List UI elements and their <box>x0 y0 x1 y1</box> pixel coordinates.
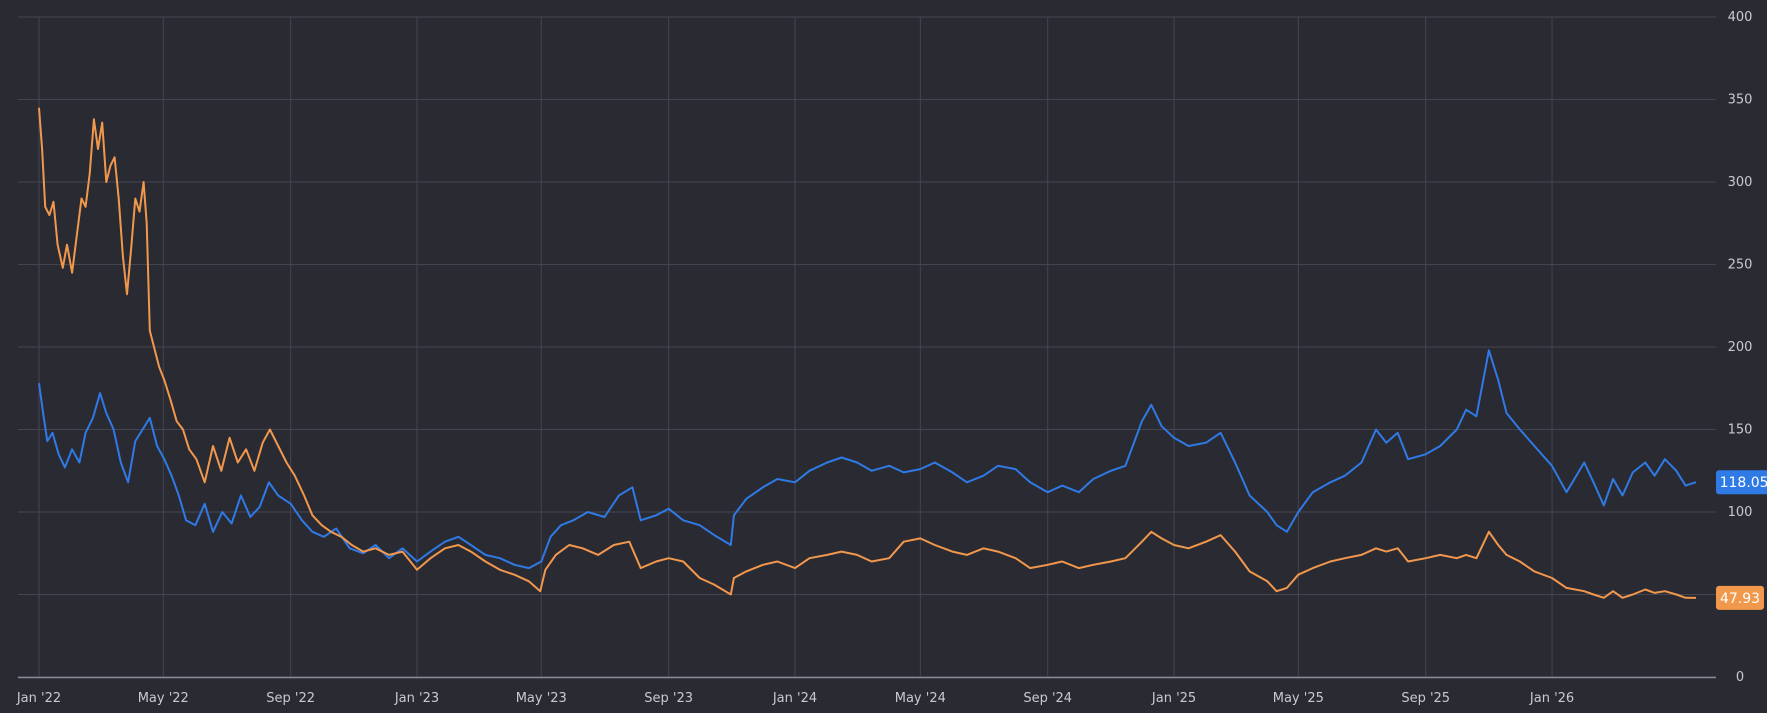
x-tick-label: Jan '23 <box>394 691 439 706</box>
x-tick-label: Sep '23 <box>644 691 693 706</box>
x-tick-label: May '24 <box>895 691 946 706</box>
x-tick-label: Sep '25 <box>1401 691 1450 706</box>
chart-container: 050100150200250300350400Jan '22May '22Se… <box>0 0 1767 713</box>
x-tick-label: May '23 <box>516 691 567 706</box>
y-tick-label: 100 <box>1728 505 1753 520</box>
x-tick-label: Sep '24 <box>1023 691 1072 706</box>
x-tick-label: Jan '24 <box>772 691 817 706</box>
x-tick-label: May '22 <box>138 691 189 706</box>
x-tick-label: Sep '22 <box>266 691 315 706</box>
last-value-badge-2: 47.93 <box>1716 585 1764 610</box>
gridlines <box>18 16 1716 678</box>
line-chart: 050100150200250300350400Jan '22May '22Se… <box>16 10 1767 706</box>
x-tick-label: Jan '25 <box>1151 691 1196 706</box>
series-line-2 <box>38 107 1697 599</box>
x-tick-label: Jan '26 <box>1529 691 1574 706</box>
y-tick-label: 300 <box>1728 175 1753 190</box>
y-tick-label: 200 <box>1728 340 1753 355</box>
y-tick-label: 150 <box>1728 423 1753 438</box>
last-value-label: 47.93 <box>1720 591 1760 607</box>
y-tick-label: 350 <box>1728 93 1753 108</box>
series-line-1 <box>38 349 1697 570</box>
y-tick-label: 0 <box>1736 670 1744 685</box>
y-tick-label: 400 <box>1728 10 1753 25</box>
y-tick-label: 250 <box>1728 258 1753 273</box>
x-tick-label: Jan '22 <box>16 691 61 706</box>
x-tick-label: May '25 <box>1273 691 1324 706</box>
last-value-label: 118.05 <box>1720 475 1767 491</box>
last-value-badge-1: 118.05 <box>1716 470 1767 495</box>
